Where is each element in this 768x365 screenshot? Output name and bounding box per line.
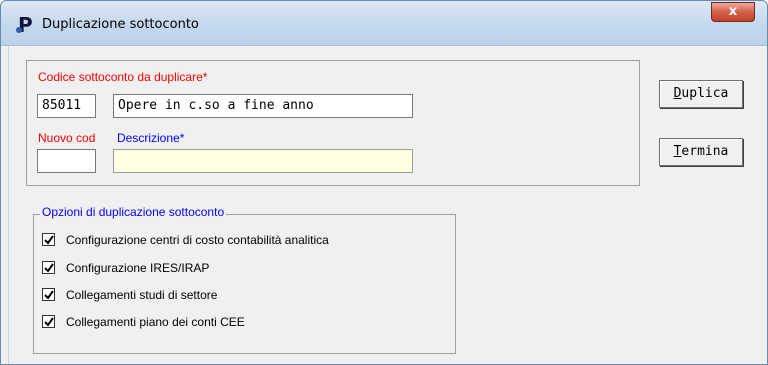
app-p-icon: P: [16, 13, 33, 35]
checkbox-checked-icon[interactable]: [42, 288, 55, 301]
checkbox-checked-icon[interactable]: [42, 261, 55, 274]
new-description-input[interactable]: [113, 149, 413, 173]
codice-input[interactable]: 85011: [37, 94, 96, 118]
source-description-input[interactable]: Opere in c.so a fine anno: [113, 94, 413, 118]
termina-button[interactable]: Termina: [659, 138, 743, 166]
codice-label: Codice sottoconto da duplicare*: [38, 70, 208, 84]
title-bar[interactable]: P Duplicazione sottoconto x: [1, 1, 767, 46]
checkbox-checked-icon[interactable]: [42, 315, 55, 328]
duplica-button[interactable]: Duplica: [659, 80, 743, 108]
nuovo-cod-input[interactable]: [37, 149, 96, 173]
descrizione-label: Descrizione*: [117, 131, 185, 145]
close-icon: x: [728, 4, 738, 19]
nuovo-cod-label: Nuovo cod: [38, 131, 96, 145]
window-title: Duplicazione sottoconto: [42, 17, 199, 32]
checkbox-checked-icon[interactable]: [42, 233, 55, 246]
options-group-title: Opzioni di duplicazione sottoconto: [40, 205, 227, 219]
close-button[interactable]: x: [711, 2, 755, 22]
